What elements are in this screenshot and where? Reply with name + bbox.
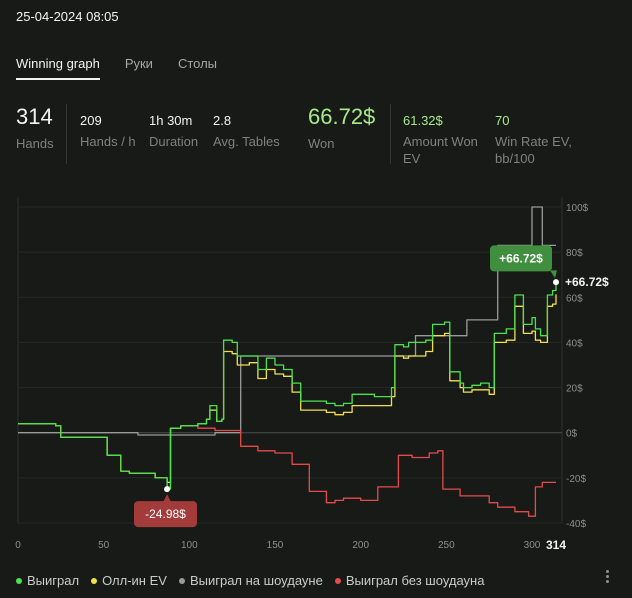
stat-won-label: Won — [308, 136, 335, 151]
legend-item-label: Выиграл без шоудауна — [345, 573, 485, 588]
stat-amount-won-ev-label: Amount Won EV — [403, 134, 478, 166]
legend-item-label: Выиграл — [27, 573, 80, 588]
stat-win-rate-ev: 70 Win Rate EV, bb/100 — [495, 104, 585, 167]
y-tick-label: 80$ — [566, 248, 583, 259]
x-tick-label: 300 — [524, 540, 541, 551]
x-tick-label: 200 — [352, 540, 369, 551]
stat-avg-tables-value: 2.8 — [213, 113, 232, 128]
stat-duration-value: 1h 30m — [149, 113, 193, 128]
stat-win-rate-ev-label: Win Rate EV, bb/100 — [495, 134, 572, 166]
chart-canvas: 100$ 80$ 60$ 40$ 20$ 0$ -20$ -40$ 0 50 100 150 200 25… — [15, 197, 609, 552]
more-vertical-icon[interactable] — [603, 570, 611, 588]
winning-graph-chart[interactable]: 100$ 80$ 60$ 40$ 20$ 0$ -20$ -40$ 0 50 100 150 200 25… — [0, 190, 632, 560]
chart-legend: Выиграл Олл-ин EV Выиграл на шоудауне Вы… — [16, 573, 496, 588]
x-tick-label: 100 — [181, 540, 198, 551]
tab-bar: Winning graph Руки Столы — [16, 56, 242, 80]
stat-hands-per-hour-value: 209 — [80, 113, 102, 128]
stats-divider — [66, 104, 67, 164]
current-value-label: +66.72$ — [565, 275, 609, 289]
max-tooltip-pointer — [550, 270, 557, 279]
stat-hands-label: Hands — [16, 136, 54, 151]
min-point-marker — [164, 486, 171, 493]
legend-item-showdown[interactable]: Выиграл на шоудауне — [178, 573, 323, 588]
stat-won-value: 66.72$ — [308, 104, 376, 129]
session-date: 25-04-2024 08:05 — [16, 9, 119, 24]
y-tick-label: 100$ — [566, 203, 589, 214]
x-tick-label: 50 — [98, 540, 110, 551]
y-tick-label: 40$ — [566, 338, 583, 349]
stat-amount-won-ev-value: 61.32$ — [403, 113, 443, 128]
stat-hands-per-hour-label: Hands / h — [80, 134, 136, 149]
x-tick-label: 250 — [438, 540, 455, 551]
x-tick-label: 0 — [15, 540, 21, 551]
stat-duration-label: Duration — [149, 134, 199, 149]
min-value-label: -24.98$ — [145, 507, 186, 521]
stat-win-rate-ev-value: 70 — [495, 113, 510, 128]
max-value-label: +66.72$ — [499, 251, 543, 265]
y-tick-label: 20$ — [566, 384, 583, 395]
stat-avg-tables: 2.8 Avg. Tables — [213, 104, 280, 150]
min-tooltip-pointer — [163, 494, 172, 503]
series-allin-ev-line — [18, 294, 557, 484]
tab-winning-graph[interactable]: Winning graph — [16, 56, 100, 80]
legend-item-allin-ev[interactable]: Олл-ин EV — [91, 573, 167, 588]
series-showdown-line — [18, 206, 556, 436]
legend-item-won[interactable]: Выиграл — [16, 573, 79, 588]
x-end-label: 314 — [546, 538, 566, 552]
stat-avg-tables-label: Avg. Tables — [213, 134, 280, 149]
legend-item-label: Олл-ин EV — [102, 573, 167, 588]
legend-dot-icon — [334, 577, 341, 584]
legend-dot-icon — [178, 577, 185, 584]
max-point-marker — [553, 279, 559, 286]
y-tick-label: -40$ — [566, 519, 586, 530]
stats-panel: 314 Hands 209 Hands / h 1h 30m Duration … — [0, 104, 632, 174]
stat-duration: 1h 30m Duration — [149, 104, 198, 150]
legend-item-label: Выиграл на шоудауне — [189, 573, 323, 588]
y-tick-label: -20$ — [566, 474, 586, 485]
stat-hands-per-hour: 209 Hands / h — [80, 104, 136, 150]
stat-hands: 314 Hands — [16, 104, 54, 152]
tab-hands[interactable]: Руки — [125, 56, 153, 80]
stat-hands-value: 314 — [16, 104, 53, 129]
stat-won: 66.72$ Won — [308, 104, 375, 152]
tab-tables[interactable]: Столы — [178, 56, 217, 80]
legend-dot-icon — [16, 577, 22, 584]
legend-dot-icon — [91, 577, 98, 584]
stats-divider — [390, 104, 391, 164]
stat-amount-won-ev: 61.32$ Amount Won EV — [403, 104, 491, 167]
y-tick-label: 60$ — [566, 293, 583, 304]
x-tick-label: 150 — [267, 540, 284, 551]
legend-item-non-showdown[interactable]: Выиграл без шоудауна — [334, 573, 485, 588]
y-tick-label: 0$ — [566, 429, 578, 440]
series-won-line — [18, 282, 557, 490]
